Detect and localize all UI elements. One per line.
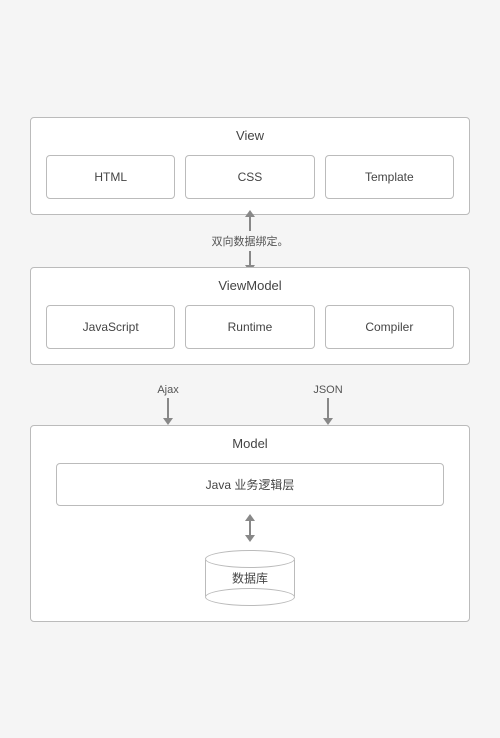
- viewmodel-box-compiler: Compiler: [325, 305, 454, 349]
- db-label: 数据库: [232, 569, 268, 586]
- java-box: Java 业务逻辑层: [56, 463, 444, 506]
- db-inner-connector: [245, 506, 255, 550]
- ajax-connector: Ajax: [157, 384, 178, 425]
- database-cylinder: 数据库: [205, 550, 295, 606]
- db-line-up: [249, 521, 251, 535]
- json-connector: JSON: [313, 384, 342, 425]
- json-label: JSON: [313, 384, 342, 396]
- bidir-label: 双向数据绑定。: [212, 233, 289, 249]
- viewmodel-box-js: JavaScript: [46, 305, 175, 349]
- model-inner: Java 业务逻辑层 数据库: [46, 463, 454, 606]
- connector-line-bottom: [249, 251, 251, 265]
- viewmodel-box-runtime: Runtime: [185, 305, 314, 349]
- db-arrow-down-icon: [245, 535, 255, 542]
- ajax-arrow-icon: [163, 418, 173, 425]
- model-title: Model: [46, 436, 454, 451]
- view-box-html: HTML: [46, 155, 175, 199]
- ajax-line: [167, 398, 169, 418]
- model-layer: Model Java 业务逻辑层 数据库: [30, 425, 470, 622]
- viewmodel-boxes: JavaScript Runtime Compiler: [46, 305, 454, 349]
- viewmodel-title: ViewModel: [46, 278, 454, 293]
- diagram: View HTML CSS Template 双向数据绑定。 ViewModel…: [20, 97, 480, 642]
- view-boxes: HTML CSS Template: [46, 155, 454, 199]
- json-arrow-icon: [323, 418, 333, 425]
- view-box-css: CSS: [185, 155, 314, 199]
- cyl-bottom: [205, 588, 295, 606]
- cyl-top: [205, 550, 295, 568]
- view-layer: View HTML CSS Template: [30, 117, 470, 215]
- split-connector: Ajax JSON: [30, 365, 470, 425]
- json-line: [327, 398, 329, 418]
- ajax-label: Ajax: [157, 384, 178, 396]
- viewmodel-layer: ViewModel JavaScript Runtime Compiler: [30, 267, 470, 365]
- view-title: View: [46, 128, 454, 143]
- connector-line-top: [249, 217, 251, 231]
- db-arrow-up-icon: [245, 514, 255, 521]
- view-box-template: Template: [325, 155, 454, 199]
- bidir-connector: 双向数据绑定。: [30, 215, 470, 267]
- arrow-up-icon: [245, 210, 255, 217]
